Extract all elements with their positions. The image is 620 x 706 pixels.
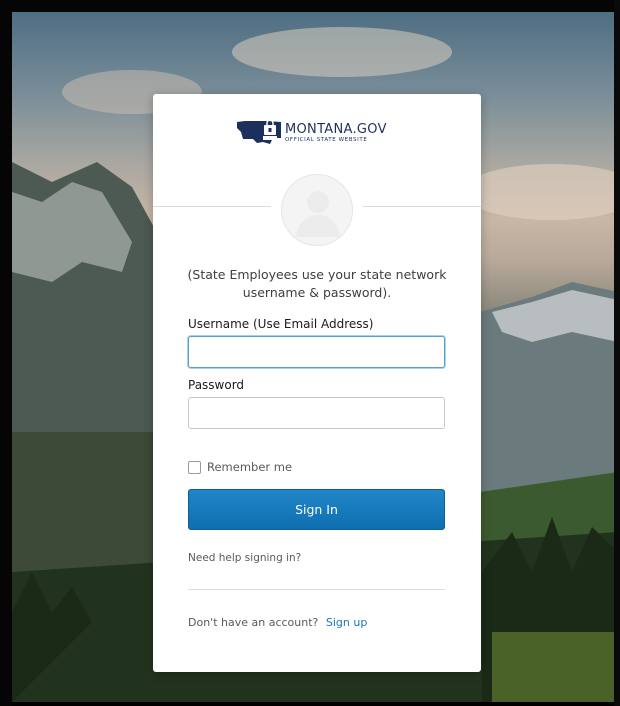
remember-me-checkbox[interactable] [188,460,201,474]
avatar-divider-right [363,206,481,207]
sign-in-button[interactable]: Sign In [188,489,445,530]
signup-row: Don't have an account? Sign up [188,616,367,629]
logo-wordmark: MONTANA.GOV OFFICIAL STATE WEBSITE [285,123,387,144]
logo-title: MONTANA.GOV [285,121,387,137]
signup-prompt: Don't have an account? [188,616,319,629]
window-frame-left [0,0,12,706]
avatar-divider-left [153,206,271,207]
remember-me-option[interactable]: Remember me [188,460,292,474]
user-avatar-icon [281,174,353,246]
window-frame-top [0,0,620,12]
username-label: Username (Use Email Address) [188,317,374,331]
employee-instructions: (State Employees use your state network … [187,267,447,300]
window-frame-right [614,0,620,706]
password-label: Password [188,378,245,392]
help-signing-in-link[interactable]: Need help signing in? [188,552,301,564]
montana-gov-logo: MONTANA.GOV OFFICIAL STATE WEBSITE [237,118,397,148]
username-input[interactable] [188,336,445,368]
password-input[interactable] [188,397,445,429]
remember-me-label: Remember me [207,460,293,474]
logo-subtitle: OFFICIAL STATE WEBSITE [285,136,368,143]
sign-up-link[interactable]: Sign up [326,616,367,629]
montana-state-shape-icon [237,119,281,146]
footer-divider [188,589,445,590]
login-card: MONTANA.GOV OFFICIAL STATE WEBSITE (Stat… [153,94,481,672]
